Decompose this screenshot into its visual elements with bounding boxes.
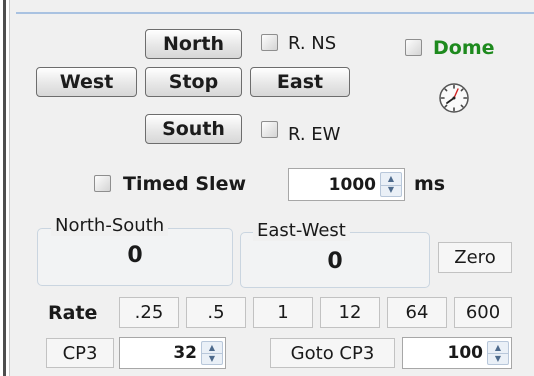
goto-cp3-button[interactable]: Goto CP3 <box>270 338 395 368</box>
west-button[interactable]: West <box>36 67 137 97</box>
rate-option[interactable]: 12 <box>320 297 380 328</box>
reverse-ns-label: R. NS <box>288 32 337 54</box>
goto-cp3-spinner[interactable]: 100 ▲ ▼ <box>402 337 512 369</box>
dome-label: Dome <box>433 37 495 59</box>
top-accent-line <box>16 12 534 14</box>
rate-option[interactable]: .5 <box>186 297 246 328</box>
dome-checkbox[interactable] <box>405 39 422 56</box>
north-button[interactable]: North <box>145 29 242 59</box>
spinner-arrows[interactable]: ▲ ▼ <box>487 341 509 365</box>
north-south-value: 0 <box>127 243 143 268</box>
spin-down-icon[interactable]: ▼ <box>381 185 401 197</box>
east-west-group: East-West 0 <box>240 220 430 288</box>
spinner-arrows[interactable]: ▲ ▼ <box>201 341 223 365</box>
timed-slew-checkbox[interactable] <box>94 175 111 192</box>
zero-button[interactable]: Zero <box>438 242 512 273</box>
north-south-title: North-South <box>51 215 169 236</box>
north-south-group: North-South 0 <box>37 215 233 286</box>
timed-slew-unit: ms <box>414 173 446 195</box>
rate-option[interactable]: 1 <box>253 297 313 328</box>
spin-down-icon[interactable]: ▼ <box>488 353 508 364</box>
east-west-title: East-West <box>253 220 350 241</box>
goto-cp3-value: 100 <box>447 343 484 363</box>
clock-icon <box>438 82 470 114</box>
left-panel-divider <box>3 0 6 376</box>
timed-slew-value: 1000 <box>328 174 376 195</box>
rate-label: Rate <box>48 302 98 324</box>
reverse-ns-checkbox[interactable] <box>261 34 278 51</box>
spinner-arrows[interactable]: ▲ ▼ <box>380 172 402 197</box>
cp3-value: 32 <box>173 343 197 363</box>
reverse-ew-label: R. EW <box>288 123 341 145</box>
cp3-spinner[interactable]: 32 ▲ ▼ <box>119 337 226 369</box>
east-west-value: 0 <box>327 249 343 274</box>
spin-down-icon[interactable]: ▼ <box>202 353 222 364</box>
rate-option[interactable]: .25 <box>119 297 179 328</box>
timed-slew-label: Timed Slew <box>123 173 247 195</box>
east-button[interactable]: East <box>250 67 350 97</box>
cp3-button[interactable]: CP3 <box>46 338 114 368</box>
timed-slew-duration-spinner[interactable]: 1000 ▲ ▼ <box>288 168 405 201</box>
rate-option[interactable]: 64 <box>387 297 447 328</box>
south-button[interactable]: South <box>145 114 242 144</box>
rate-option[interactable]: 600 <box>454 297 512 328</box>
stop-button[interactable]: Stop <box>145 67 242 97</box>
reverse-ew-checkbox[interactable] <box>261 121 278 138</box>
